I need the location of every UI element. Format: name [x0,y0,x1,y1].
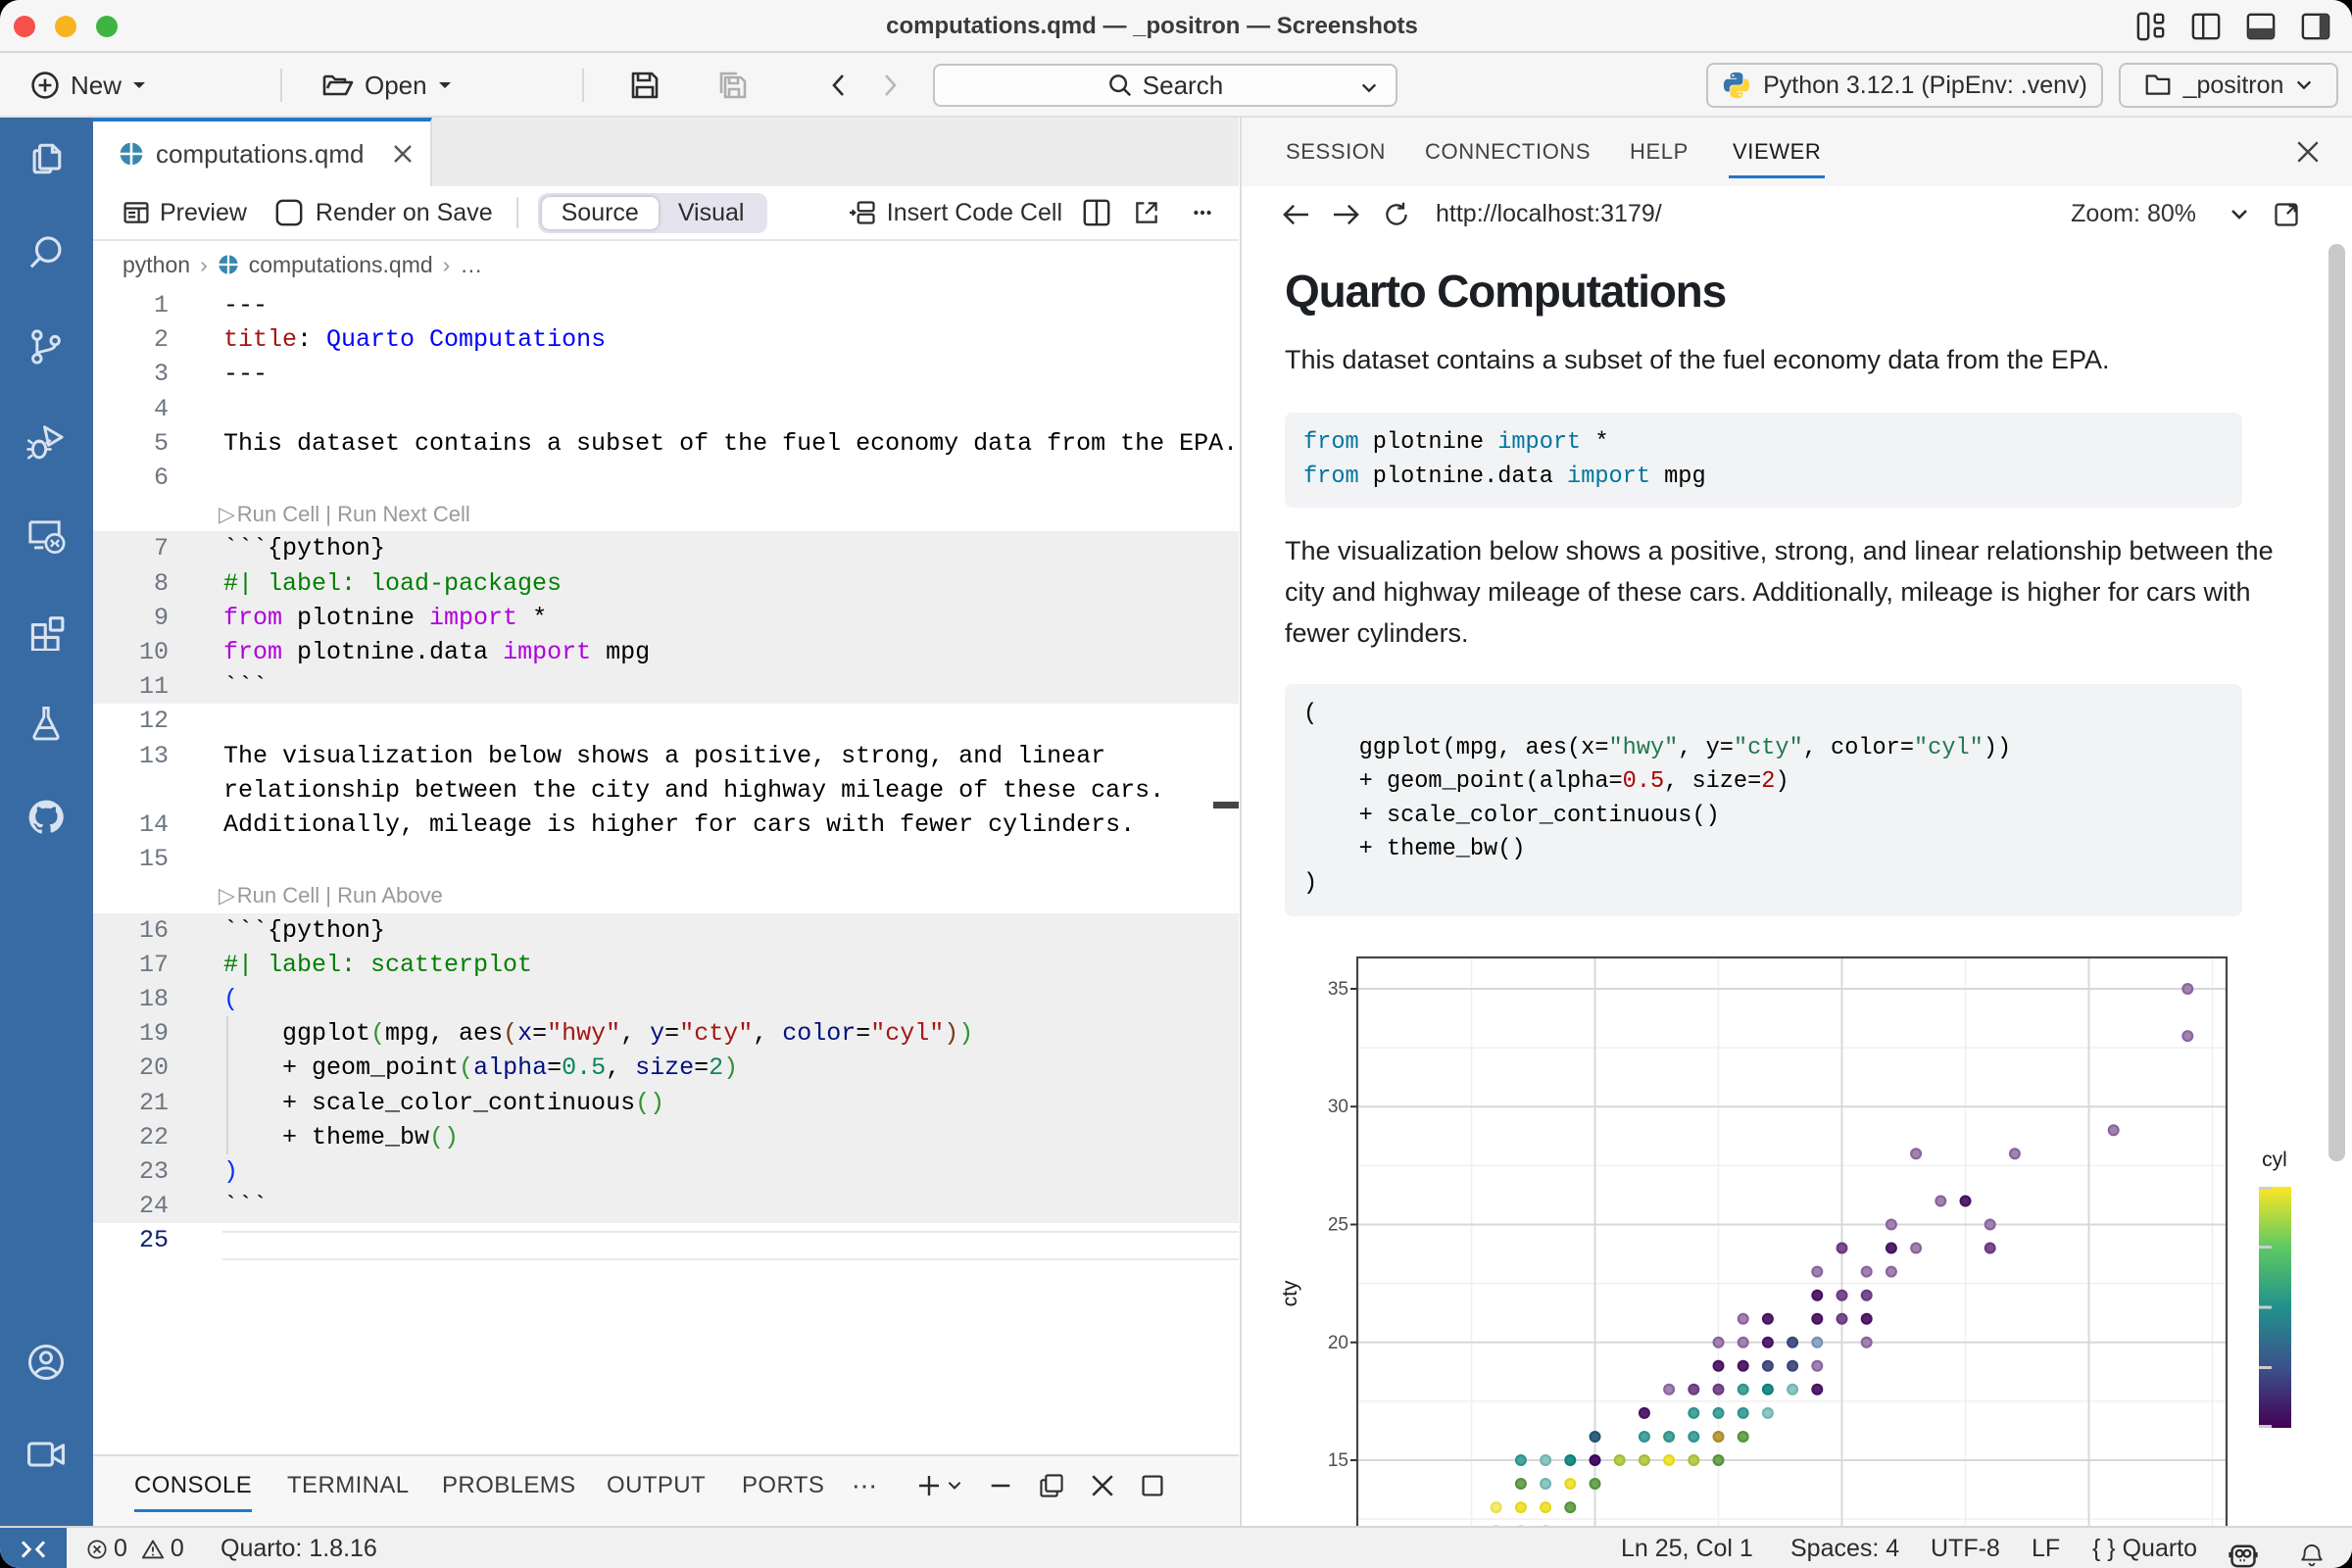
svg-text:cty: cty [1279,1280,1301,1306]
svg-text:25: 25 [1328,1215,1348,1236]
svg-text:20: 20 [1328,1333,1348,1353]
svg-text:15: 15 [1328,1450,1348,1471]
svg-text:30: 30 [1328,1097,1348,1117]
svg-text:cyl: cyl [2262,1149,2287,1171]
svg-text:35: 35 [1328,979,1348,1000]
